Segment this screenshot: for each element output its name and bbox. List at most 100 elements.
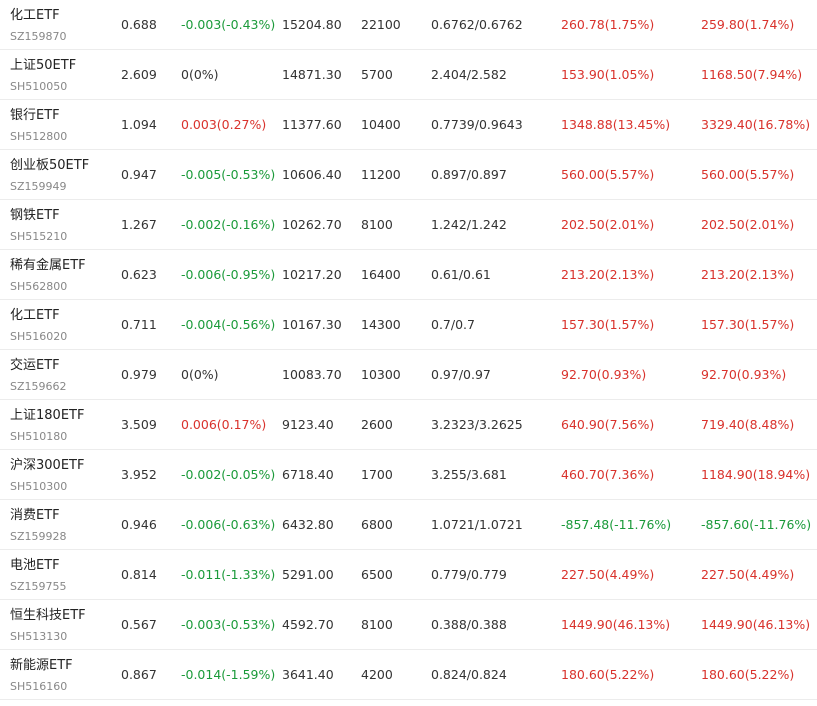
flow-cell-1: 157.30(1.57%)	[561, 317, 655, 332]
etf-name[interactable]: 沪深300ETF	[10, 459, 84, 473]
table-row[interactable]: 钢铁ETF SH515210 1.267 -0.002(-0.16%) 1026…	[0, 200, 817, 250]
volume-cell: 11200	[361, 167, 401, 182]
volume-cell: 5700	[361, 67, 393, 82]
flow-cell-1: 640.90(7.56%)	[561, 417, 655, 432]
table-row[interactable]: 沪深300ETF SH510300 3.952 -0.002(-0.05%) 6…	[0, 450, 817, 500]
etf-code: SH512800	[10, 130, 68, 143]
price-cell: 0.567	[121, 617, 157, 632]
amount-cell: 6432.80	[282, 517, 334, 532]
flow-cell-2: 719.40(8.48%)	[701, 417, 795, 432]
flow-cell-2: 202.50(2.01%)	[701, 217, 795, 232]
table-row[interactable]: 上证180ETF SH510180 3.509 0.006(0.17%) 912…	[0, 400, 817, 450]
etf-code: SH562800	[10, 280, 68, 293]
volume-cell: 2600	[361, 417, 393, 432]
amount-cell: 10606.40	[282, 167, 342, 182]
range-cell: 0.779/0.779	[431, 567, 507, 582]
etf-name[interactable]: 上证50ETF	[10, 59, 76, 73]
table-row[interactable]: 创业板50ETF SZ159949 0.947 -0.005(-0.53%) 1…	[0, 150, 817, 200]
etf-name[interactable]: 消费ETF	[10, 509, 60, 523]
change-cell: -0.003(-0.43%)	[181, 17, 276, 32]
volume-cell: 16400	[361, 267, 401, 282]
etf-name[interactable]: 新能源ETF	[10, 659, 73, 673]
range-cell: 0.824/0.824	[431, 667, 507, 682]
table-row[interactable]: 上证50ETF SH510050 2.609 0(0%) 14871.30 57…	[0, 50, 817, 100]
flow-cell-1: -857.48(-11.76%)	[561, 517, 672, 532]
flow-cell-2: 1449.90(46.13%)	[701, 617, 811, 632]
table-row[interactable]: 银行ETF SH512800 1.094 0.003(0.27%) 11377.…	[0, 100, 817, 150]
price-cell: 2.609	[121, 67, 157, 82]
amount-cell: 9123.40	[282, 417, 334, 432]
flow-cell-1: 560.00(5.57%)	[561, 167, 655, 182]
price-cell: 0.867	[121, 667, 157, 682]
price-cell: 0.623	[121, 267, 157, 282]
etf-code: SH516160	[10, 680, 68, 693]
etf-name[interactable]: 恒生科技ETF	[10, 609, 86, 623]
table-row[interactable]: 交运ETF SZ159662 0.979 0(0%) 10083.70 1030…	[0, 350, 817, 400]
etf-code: SH516020	[10, 330, 68, 343]
etf-name[interactable]: 钢铁ETF	[10, 209, 60, 223]
amount-cell: 15204.80	[282, 17, 342, 32]
price-cell: 0.946	[121, 517, 157, 532]
volume-cell: 6500	[361, 567, 393, 582]
price-cell: 0.711	[121, 317, 157, 332]
amount-cell: 14871.30	[282, 67, 342, 82]
etf-code: SZ159662	[10, 380, 67, 393]
price-cell: 0.814	[121, 567, 157, 582]
table-row[interactable]: 恒生科技ETF SH513130 0.567 -0.003(-0.53%) 45…	[0, 600, 817, 650]
flow-cell-2: 180.60(5.22%)	[701, 667, 795, 682]
amount-cell: 4592.70	[282, 617, 334, 632]
flow-cell-2: 560.00(5.57%)	[701, 167, 795, 182]
volume-cell: 4200	[361, 667, 393, 682]
etf-name[interactable]: 化工ETF	[10, 9, 60, 23]
etf-code: SZ159949	[10, 180, 67, 193]
change-cell: 0.006(0.17%)	[181, 417, 267, 432]
etf-code: SZ159870	[10, 30, 67, 43]
flow-cell-1: 92.70(0.93%)	[561, 367, 647, 382]
range-cell: 0.388/0.388	[431, 617, 507, 632]
flow-cell-1: 180.60(5.22%)	[561, 667, 655, 682]
etf-name[interactable]: 上证180ETF	[10, 409, 84, 423]
etf-code: SZ159755	[10, 580, 67, 593]
etf-name[interactable]: 电池ETF	[10, 559, 60, 573]
amount-cell: 10083.70	[282, 367, 342, 382]
etf-code: SH513130	[10, 630, 68, 643]
change-cell: -0.002(-0.05%)	[181, 467, 276, 482]
etf-name[interactable]: 化工ETF	[10, 309, 60, 323]
price-cell: 0.947	[121, 167, 157, 182]
table-row[interactable]: 消费ETF SZ159928 0.946 -0.006(-0.63%) 6432…	[0, 500, 817, 550]
range-cell: 1.0721/1.0721	[431, 517, 523, 532]
table-row[interactable]: 电池ETF SZ159755 0.814 -0.011(-1.33%) 5291…	[0, 550, 817, 600]
flow-cell-2: 227.50(4.49%)	[701, 567, 795, 582]
price-cell: 0.688	[121, 17, 157, 32]
table-row[interactable]: 稀有金属ETF SH562800 0.623 -0.006(-0.95%) 10…	[0, 250, 817, 300]
table-row[interactable]: 新能源ETF SH516160 0.867 -0.014(-1.59%) 364…	[0, 650, 817, 700]
change-cell: -0.011(-1.33%)	[181, 567, 276, 582]
range-cell: 0.61/0.61	[431, 267, 491, 282]
range-cell: 0.7/0.7	[431, 317, 475, 332]
amount-cell: 3641.40	[282, 667, 334, 682]
etf-name[interactable]: 创业板50ETF	[10, 159, 89, 173]
change-cell: -0.004(-0.56%)	[181, 317, 276, 332]
change-cell: 0(0%)	[181, 367, 219, 382]
change-cell: -0.005(-0.53%)	[181, 167, 276, 182]
change-cell: -0.006(-0.95%)	[181, 267, 276, 282]
flow-cell-1: 460.70(7.36%)	[561, 467, 655, 482]
etf-name[interactable]: 银行ETF	[10, 109, 60, 123]
etf-table: 化工ETF SZ159870 0.688 -0.003(-0.43%) 1520…	[0, 0, 817, 700]
flow-cell-2: -857.60(-11.76%)	[701, 517, 812, 532]
etf-code: SH510300	[10, 480, 68, 493]
flow-cell-2: 1184.90(18.94%)	[701, 467, 811, 482]
etf-code: SZ159928	[10, 530, 67, 543]
flow-cell-1: 260.78(1.75%)	[561, 17, 655, 32]
range-cell: 0.97/0.97	[431, 367, 491, 382]
range-cell: 3.255/3.681	[431, 467, 507, 482]
table-row[interactable]: 化工ETF SH516020 0.711 -0.004(-0.56%) 1016…	[0, 300, 817, 350]
volume-cell: 8100	[361, 617, 393, 632]
table-row[interactable]: 化工ETF SZ159870 0.688 -0.003(-0.43%) 1520…	[0, 0, 817, 50]
flow-cell-2: 3329.40(16.78%)	[701, 117, 811, 132]
etf-name[interactable]: 交运ETF	[10, 359, 60, 373]
flow-cell-1: 153.90(1.05%)	[561, 67, 655, 82]
price-cell: 0.979	[121, 367, 157, 382]
etf-name[interactable]: 稀有金属ETF	[10, 259, 86, 273]
amount-cell: 11377.60	[282, 117, 342, 132]
